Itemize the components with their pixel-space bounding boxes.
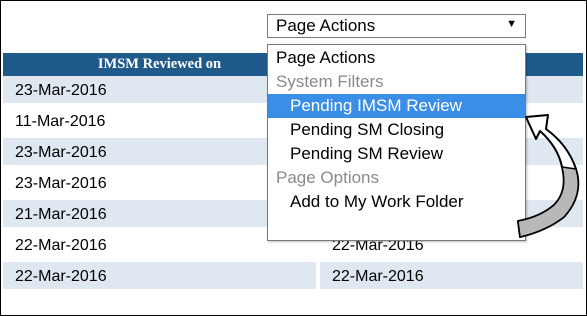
option-add-to-my-work-folder[interactable]: Add to My Work Folder [268,190,525,214]
page-actions-select-value: Page Actions [276,16,376,35]
dropdown-arrow-icon[interactable]: ▼ [506,18,517,30]
optgroup-page-options: Page Options [276,168,380,187]
option-pending-imsm-review[interactable]: Pending IMSM Review [268,94,525,118]
table-row[interactable]: 22-Mar-2016 22-Mar-2016 [3,262,583,293]
optgroup-system-filters: System Filters [276,72,384,91]
option-pending-sm-review[interactable]: Pending SM Review [268,142,525,166]
arrow-shadow [517,166,579,238]
screenshot-frame: IMSM Reviewed on 23-Mar-2016 11-Mar-2016… [0,0,587,316]
curved-arrow-annotation [517,114,580,238]
cell-imsm-reviewed-on: 22-Mar-2016 [3,262,316,291]
page-actions-dropdown-list: Page Actions System Filters Pending IMSM… [267,44,526,241]
option-pending-sm-closing[interactable]: Pending SM Closing [268,118,525,142]
page-actions-select[interactable]: Page Actions ▼ [267,14,526,38]
option-page-actions[interactable]: Page Actions [268,46,525,70]
cell-second-column: 22-Mar-2016 [320,262,583,291]
